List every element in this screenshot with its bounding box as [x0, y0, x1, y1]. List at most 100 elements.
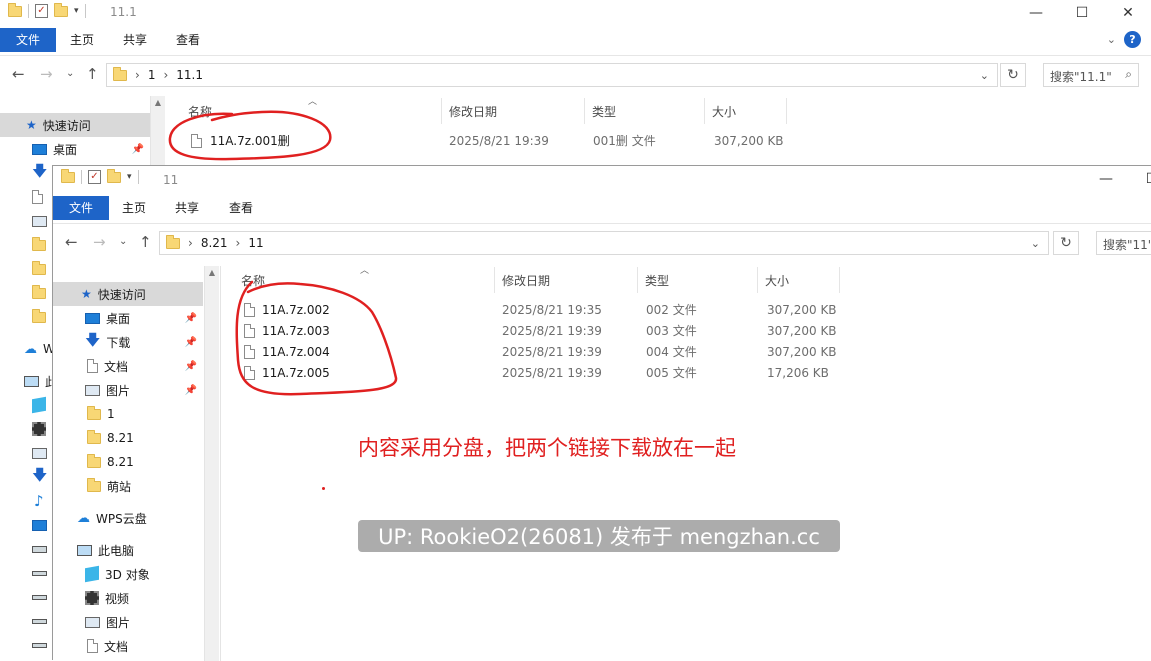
col-size[interactable]: 大小	[765, 272, 789, 289]
col-name[interactable]: 名称	[241, 272, 265, 289]
annotation-dot	[322, 487, 325, 490]
checklist-icon[interactable]: ✓	[35, 4, 48, 18]
desktop-icon	[32, 143, 47, 155]
tab-view[interactable]: 查看	[166, 28, 210, 52]
address-dropdown-icon[interactable]: ⌄	[1031, 237, 1040, 250]
maximize-button[interactable]: ☐	[1129, 166, 1151, 192]
file-type: 004 文件	[646, 345, 697, 359]
file-type: 005 文件	[646, 366, 697, 380]
nav-folder-1[interactable]: 1	[53, 402, 203, 426]
up-arrow-icon[interactable]: ↑	[86, 65, 99, 83]
file-row[interactable]: 11A.7z.002 2025/8/21 19:35 002 文件 307,20…	[221, 299, 941, 320]
refresh-button[interactable]: ↻	[1053, 231, 1079, 255]
nav-folder-8-21-b[interactable]: 8.21	[53, 450, 203, 474]
tab-view[interactable]: 查看	[219, 196, 263, 220]
col-type[interactable]: 类型	[645, 272, 669, 289]
folder-icon	[113, 66, 127, 81]
back-arrow-icon[interactable]: ←	[65, 233, 78, 251]
tab-home[interactable]: 主页	[112, 196, 156, 220]
nav-folder-8-21[interactable]: 8.21	[53, 426, 203, 450]
breadcrumb-item[interactable]: 11	[248, 236, 263, 250]
cloud-icon: ☁	[24, 341, 37, 357]
col-type[interactable]: 类型	[592, 103, 616, 120]
star-icon: ★	[81, 287, 92, 301]
document-icon	[87, 639, 98, 653]
nav-pc-documents[interactable]: 文档	[53, 634, 203, 658]
checklist-icon[interactable]: ✓	[88, 170, 101, 184]
nav-desktop[interactable]: 桌面 📌	[0, 137, 150, 161]
new-folder-icon[interactable]	[54, 2, 68, 17]
nav-desktop[interactable]: 桌面 📌	[53, 306, 203, 330]
tab-file[interactable]: 文件	[53, 196, 109, 220]
up-arrow-icon[interactable]: ↑	[139, 233, 152, 251]
col-size[interactable]: 大小	[712, 103, 736, 120]
nav-pictures[interactable]: 图片 📌	[53, 378, 203, 402]
nav-folder-mengzhan[interactable]: 萌站	[53, 474, 203, 498]
3d-object-icon	[85, 565, 99, 583]
nav-pc-pictures[interactable]: 图片	[53, 610, 203, 634]
address-bar[interactable]: › 8.21 › 11 ⌄	[159, 231, 1049, 255]
pin-icon[interactable]: 📌	[185, 361, 197, 372]
nav-documents[interactable]: 文档 📌	[53, 354, 203, 378]
nav-3d-objects[interactable]: 3D 对象	[53, 562, 203, 586]
breadcrumb-item[interactable]: 11.1	[176, 68, 203, 82]
col-date[interactable]: 修改日期	[502, 272, 550, 289]
new-folder-icon[interactable]	[107, 168, 121, 183]
forward-arrow-icon[interactable]: →	[40, 65, 53, 83]
search-input[interactable]: 搜索"11.1" ⌕	[1043, 63, 1139, 87]
file-name: 11A.7z.003	[262, 323, 330, 338]
minimize-button[interactable]: —	[1083, 166, 1129, 192]
nav-quick-access[interactable]: ★ 快速访问	[53, 282, 203, 306]
close-button[interactable]: ✕	[1105, 0, 1151, 26]
nav-wps-cloud[interactable]: ☁ WPS云盘	[53, 506, 203, 530]
annotation-note: 内容采用分盘，把两个链接下载放在一起	[358, 436, 736, 460]
tab-home[interactable]: 主页	[60, 28, 104, 52]
col-name[interactable]: 名称	[188, 103, 212, 120]
forward-arrow-icon[interactable]: →	[93, 233, 106, 251]
pin-icon[interactable]: 📌	[185, 313, 197, 324]
recent-locations-icon[interactable]: ⌄	[119, 236, 127, 247]
nav-videos[interactable]: 视频	[53, 586, 203, 610]
quick-access-dropdown-icon[interactable]: ▾	[127, 172, 132, 182]
expand-ribbon-icon[interactable]: ⌄	[1107, 33, 1116, 46]
file-row[interactable]: 11A.7z.003 2025/8/21 19:39 003 文件 307,20…	[221, 320, 941, 341]
file-row[interactable]: 11A.7z.001删 2025/8/21 19:39 001删 文件 307,…	[168, 130, 888, 151]
help-icon[interactable]: ?	[1124, 31, 1141, 48]
file-size: 307,200 KB	[767, 323, 837, 338]
folder-icon	[32, 308, 46, 323]
file-row[interactable]: 11A.7z.004 2025/8/21 19:39 004 文件 307,20…	[221, 341, 941, 362]
tab-file[interactable]: 文件	[0, 28, 56, 52]
back-arrow-icon[interactable]: ←	[12, 65, 25, 83]
pin-icon[interactable]: 📌	[185, 385, 197, 396]
minimize-button[interactable]: —	[1013, 0, 1059, 26]
nav-downloads[interactable]: 🡇 下载 📌	[53, 330, 203, 354]
pin-icon[interactable]: 📌	[185, 337, 197, 348]
recent-locations-icon[interactable]: ⌄	[66, 68, 74, 79]
drive-icon	[32, 570, 47, 576]
nav-scrollbar[interactable]: ▲	[204, 266, 219, 661]
col-date[interactable]: 修改日期	[449, 103, 497, 120]
document-icon	[32, 190, 43, 204]
tab-share[interactable]: 共享	[165, 196, 209, 220]
address-dropdown-icon[interactable]: ⌄	[980, 69, 989, 82]
breadcrumb-item[interactable]: 8.21	[201, 236, 228, 250]
quick-access-dropdown-icon[interactable]: ▾	[74, 6, 79, 16]
video-icon	[85, 591, 99, 605]
pc-icon	[77, 544, 92, 556]
nav-quick-access[interactable]: ★ 快速访问	[0, 113, 150, 137]
refresh-button[interactable]: ↻	[1000, 63, 1026, 87]
nav-scrollbar[interactable]: ▲	[150, 96, 165, 166]
ribbon-tabs: 文件 主页 共享 查看 ⌄ ?	[0, 28, 1151, 52]
maximize-button[interactable]: ☐	[1059, 0, 1105, 26]
pin-icon[interactable]: 📌	[132, 144, 144, 155]
address-row: ← → ⌄ ↑ › 1 › 11.1 ⌄ ↻ 搜索"11.1" ⌕	[0, 55, 1151, 93]
file-row[interactable]: 11A.7z.005 2025/8/21 19:39 005 文件 17,206…	[221, 362, 941, 383]
tab-share[interactable]: 共享	[113, 28, 157, 52]
address-bar[interactable]: › 1 › 11.1 ⌄	[106, 63, 998, 87]
nav-this-pc[interactable]: 此电脑	[53, 538, 203, 562]
breadcrumb-item[interactable]: 1	[148, 68, 156, 82]
scroll-up-icon[interactable]: ▲	[205, 266, 219, 280]
3d-object-icon	[32, 396, 46, 414]
search-input[interactable]: 搜索"11"	[1096, 231, 1151, 255]
scroll-up-icon[interactable]: ▲	[151, 96, 165, 110]
